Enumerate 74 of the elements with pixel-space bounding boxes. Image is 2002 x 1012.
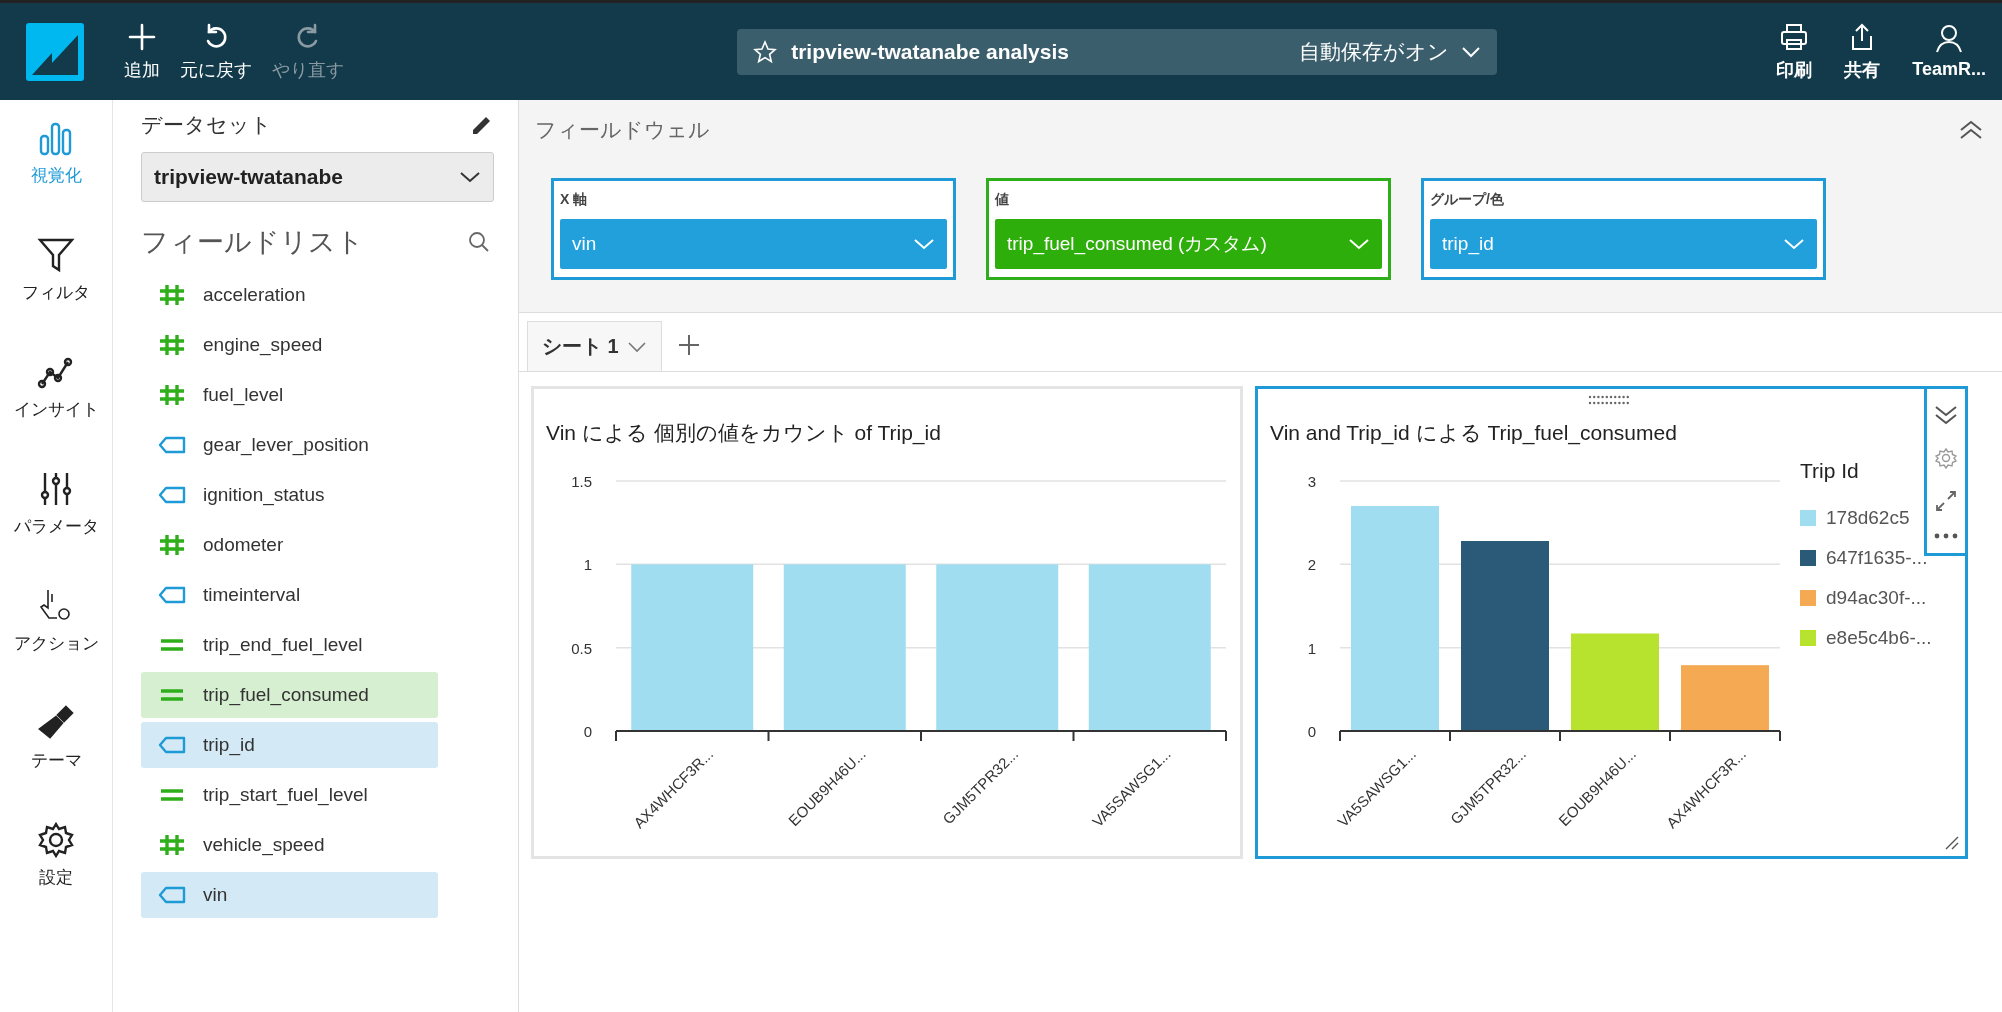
toolbar-button[interactable]: 共有 — [1828, 21, 1897, 82]
field-list-item[interactable]: fuel_level — [141, 372, 438, 418]
axis-tick-label: 0.5 — [571, 639, 592, 657]
hash-icon — [157, 333, 187, 357]
settings-icon[interactable] — [1935, 446, 1957, 469]
toolbar-button[interactable]: 印刷 — [1760, 21, 1829, 82]
hash-icon — [157, 833, 187, 857]
field-list-item[interactable]: vehicle_speed — [141, 822, 438, 868]
axis-tick-label: 1 — [1307, 639, 1316, 657]
axis-tick-label: 0 — [583, 723, 592, 740]
printer-icon — [1779, 21, 1810, 52]
well-label: 値 — [995, 191, 1010, 209]
chart-title: Vin and Trip_id による Trip_fuel_consumed — [1270, 420, 1678, 447]
hash-icon — [157, 383, 187, 407]
nav-item[interactable]: テーマ — [30, 703, 82, 772]
toolbar-button[interactable]: 元に戻す — [170, 21, 262, 82]
drag-handle-icon[interactable] — [1588, 395, 1630, 405]
autosave-dropdown[interactable]: 自動保存がオン — [1299, 37, 1482, 66]
axis-tick-label: 1.5 — [571, 473, 592, 490]
toolbar-button[interactable]: 追加 — [114, 21, 170, 82]
user-icon — [1934, 23, 1965, 53]
resize-handle-icon[interactable] — [1943, 834, 1959, 850]
field-list-item[interactable]: trip_end_fuel_level — [141, 622, 438, 668]
sheet-tab[interactable]: シート 1 — [527, 321, 662, 371]
field-list-item[interactable]: acceleration — [141, 272, 438, 318]
field-list-item[interactable]: trip_fuel_consumed — [141, 672, 438, 718]
well-label: X 軸 — [560, 191, 589, 209]
app-logo[interactable] — [26, 22, 84, 81]
field-list-item[interactable]: engine_speed — [141, 322, 438, 368]
legend-label: d94ac30f-... — [1826, 587, 1927, 609]
toolbar-button[interactable]: TeamR... — [1896, 23, 2002, 80]
nav-item[interactable]: インサイト — [13, 352, 99, 421]
nav-item[interactable]: アクション — [13, 586, 99, 655]
settings-icon — [36, 820, 76, 860]
expand-icon[interactable] — [1935, 489, 1957, 512]
plus-icon — [127, 21, 157, 52]
well-label: グループ/色 — [1430, 191, 1505, 209]
chart-title: Vin による 個別の値をカウント of Trip_id — [546, 420, 942, 447]
hash-icon — [157, 533, 187, 557]
chevron-down-icon — [1783, 238, 1805, 250]
chevron-down-icon — [1461, 45, 1482, 58]
chevron-down-icon — [459, 171, 481, 183]
dataset-heading: データセット — [141, 112, 272, 138]
legend-title: Trip Id — [1800, 459, 1860, 483]
collapse-icon[interactable] — [1958, 119, 1984, 141]
axis-tick-label: 2 — [1307, 556, 1316, 574]
legend-label: 178d62c5 — [1826, 507, 1910, 529]
search-icon[interactable] — [468, 231, 490, 253]
star-icon[interactable] — [753, 39, 778, 64]
field-list-item[interactable]: trip_id — [141, 722, 438, 768]
field-list-item[interactable]: trip_start_fuel_level — [141, 772, 438, 818]
field-wells-heading: フィールドウェル — [535, 117, 710, 143]
chevron-down-icon — [626, 340, 647, 353]
field-list-item[interactable]: ignition_status — [141, 472, 438, 518]
legend-label: 647f1635-... — [1826, 547, 1928, 569]
analysis-title: tripview-twatanabe analysis — [791, 39, 1070, 64]
field-list-item[interactable]: odometer — [141, 522, 438, 568]
nav-item[interactable]: 設定 — [36, 820, 76, 889]
field-list-item[interactable]: vin — [141, 872, 438, 918]
collapse-icon[interactable] — [1933, 403, 1959, 426]
axis-tick-label: 1 — [583, 556, 592, 574]
field-list-item[interactable]: gear_lever_position — [141, 422, 438, 468]
dataset-dropdown[interactable]: tripview-twatanabe — [141, 152, 494, 202]
more-icon[interactable] — [1934, 532, 1958, 539]
nav-item[interactable]: フィルタ — [22, 235, 90, 304]
chevron-down-icon — [913, 238, 935, 250]
axis-tick-label: 3 — [1307, 473, 1316, 490]
nav-item[interactable]: パラメータ — [13, 469, 99, 538]
chevron-down-icon — [1348, 238, 1370, 250]
axis-tick-label: 0 — [1307, 723, 1316, 740]
field-list-item[interactable]: timeinterval — [141, 572, 438, 618]
hash-icon — [157, 283, 187, 307]
field-list-heading: フィールドリスト — [141, 226, 364, 259]
legend-label: e8e5c4b6-... — [1826, 627, 1932, 649]
